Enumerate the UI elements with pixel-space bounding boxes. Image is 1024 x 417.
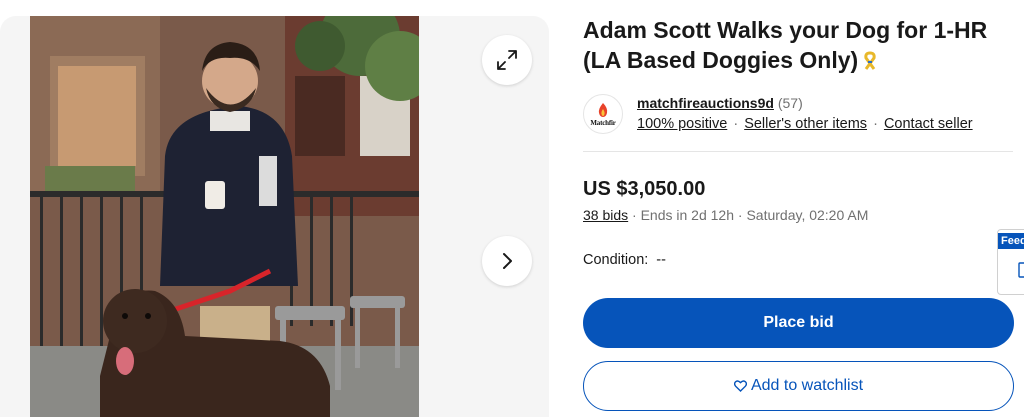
separator-dot: ·: [733, 116, 739, 132]
seller-avatar[interactable]: Matchfir: [583, 94, 623, 134]
seller-logo-text: Matchfir: [590, 118, 616, 127]
feedback-icon: [1018, 262, 1024, 278]
item-condition: Condition: --: [583, 252, 666, 268]
auction-end-time: · Ends in 2d 12h · Saturday, 02:20 AM: [632, 207, 869, 223]
bid-count-link[interactable]: 38 bids: [583, 207, 628, 223]
listing-title-text: Adam Scott Walks your Dog for 1-HR (LA B…: [583, 17, 988, 73]
listing-title: Adam Scott Walks your Dog for 1-HR (LA B…: [583, 15, 1013, 78]
listing-photo[interactable]: [30, 16, 419, 417]
seller-name-row: matchfireauctions9d (57): [637, 94, 803, 112]
seller-other-items-link[interactable]: Seller's other items: [744, 116, 867, 132]
feedback-label: Feedback: [998, 233, 1024, 249]
heart-icon: [733, 380, 747, 392]
seller-card: Matchfir matchfireauctions9d (57) 100% p…: [583, 94, 1013, 152]
bid-info: 38 bids · Ends in 2d 12h · Saturday, 02:…: [583, 206, 868, 224]
seller-links: 100% positive · Seller's other items · C…: [637, 115, 973, 133]
current-price: US $3,050.00: [583, 178, 706, 200]
awareness-ribbon-icon: [862, 48, 878, 78]
seller-positive-link[interactable]: 100% positive: [637, 116, 727, 132]
feedback-tab[interactable]: Feedback: [997, 229, 1024, 295]
contact-seller-link[interactable]: Contact seller: [884, 116, 973, 132]
condition-label: Condition:: [583, 252, 649, 268]
chevron-right-icon: [503, 253, 512, 269]
expand-gallery-button[interactable]: [482, 35, 532, 85]
flame-icon: [598, 102, 608, 117]
place-bid-label: Place bid: [763, 314, 834, 331]
expand-icon: [497, 50, 517, 70]
seller-feedback-count: (57): [777, 95, 803, 111]
next-image-button[interactable]: [482, 236, 532, 286]
seller-name-link[interactable]: matchfireauctions9d: [637, 95, 774, 111]
image-gallery: [0, 16, 549, 417]
listing-photo-illustration: [30, 16, 419, 417]
separator-dot: ·: [873, 116, 878, 132]
condition-value: --: [656, 252, 666, 268]
add-to-watchlist-label: Add to watchlist: [750, 377, 864, 394]
add-to-watchlist-button[interactable]: Add to watchlist: [583, 361, 1014, 411]
place-bid-button[interactable]: Place bid: [583, 298, 1014, 348]
